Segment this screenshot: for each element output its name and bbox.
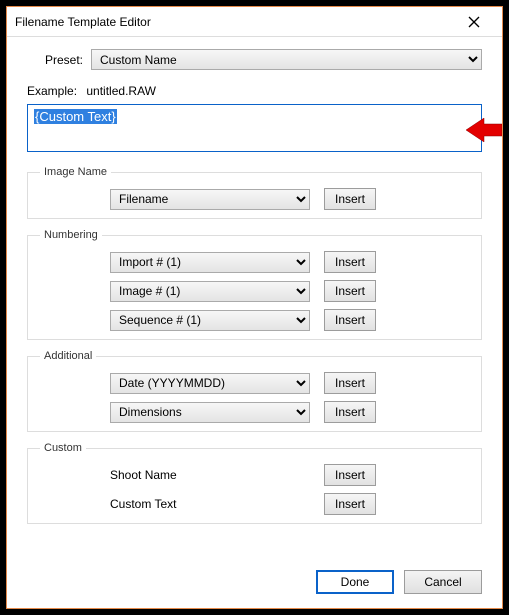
image-name-select[interactable]: Filename <box>110 189 310 210</box>
insert-button[interactable]: Insert <box>324 309 376 331</box>
preset-row: Preset: Custom Name <box>27 49 482 70</box>
token-row: Date (YYYYMMDD) Insert <box>40 372 469 394</box>
close-icon[interactable] <box>454 16 494 28</box>
cancel-button[interactable]: Cancel <box>404 570 482 594</box>
additional-date-select[interactable]: Date (YYYYMMDD) <box>110 373 310 394</box>
custom-text-label: Custom Text <box>110 497 310 511</box>
example-value: untitled.RAW <box>86 84 156 98</box>
numbering-sequence-select[interactable]: Sequence # (1) <box>110 310 310 331</box>
app-window: Filename Template Editor Preset: Custom … <box>0 0 509 615</box>
dialog-body: Preset: Custom Name Example: untitled.RA… <box>7 37 502 608</box>
insert-button[interactable]: Insert <box>324 493 376 515</box>
group-legend: Custom <box>40 442 86 454</box>
template-field-wrap: {Custom Text} <box>27 104 482 152</box>
token-row: Sequence # (1) Insert <box>40 309 469 331</box>
preset-select[interactable]: Custom Name <box>91 49 482 70</box>
insert-button[interactable]: Insert <box>324 188 376 210</box>
group-legend: Additional <box>40 350 96 362</box>
example-label: Example: <box>27 84 77 98</box>
example-row: Example: untitled.RAW <box>27 84 482 98</box>
dialog: Filename Template Editor Preset: Custom … <box>6 6 503 609</box>
group-image-name: Image Name Filename Insert <box>27 166 482 219</box>
insert-button[interactable]: Insert <box>324 280 376 302</box>
group-numbering: Numbering Import # (1) Insert Image # (1… <box>27 229 482 340</box>
group-additional: Additional Date (YYYYMMDD) Insert Dimens… <box>27 350 482 432</box>
group-legend: Image Name <box>40 166 111 178</box>
numbering-image-select[interactable]: Image # (1) <box>110 281 310 302</box>
token-row: Filename Insert <box>40 188 469 210</box>
insert-button[interactable]: Insert <box>324 401 376 423</box>
custom-shoot-name-label: Shoot Name <box>110 468 310 482</box>
group-custom: Custom Shoot Name Insert Custom Text Ins… <box>27 442 482 524</box>
token-row: Dimensions Insert <box>40 401 469 423</box>
token-row: Import # (1) Insert <box>40 251 469 273</box>
done-button[interactable]: Done <box>316 570 394 594</box>
insert-button[interactable]: Insert <box>324 464 376 486</box>
token-row: Image # (1) Insert <box>40 280 469 302</box>
token-row: Shoot Name Insert <box>40 464 469 486</box>
titlebar: Filename Template Editor <box>7 7 502 37</box>
preset-label: Preset: <box>27 53 83 67</box>
template-input[interactable]: {Custom Text} <box>27 104 482 152</box>
dialog-footer: Done Cancel <box>27 564 482 594</box>
window-title: Filename Template Editor <box>15 15 454 29</box>
insert-button[interactable]: Insert <box>324 372 376 394</box>
numbering-import-select[interactable]: Import # (1) <box>110 252 310 273</box>
additional-dimensions-select[interactable]: Dimensions <box>110 402 310 423</box>
token-row: Custom Text Insert <box>40 493 469 515</box>
group-legend: Numbering <box>40 229 102 241</box>
insert-button[interactable]: Insert <box>324 251 376 273</box>
template-token-selected: {Custom Text} <box>34 109 117 124</box>
